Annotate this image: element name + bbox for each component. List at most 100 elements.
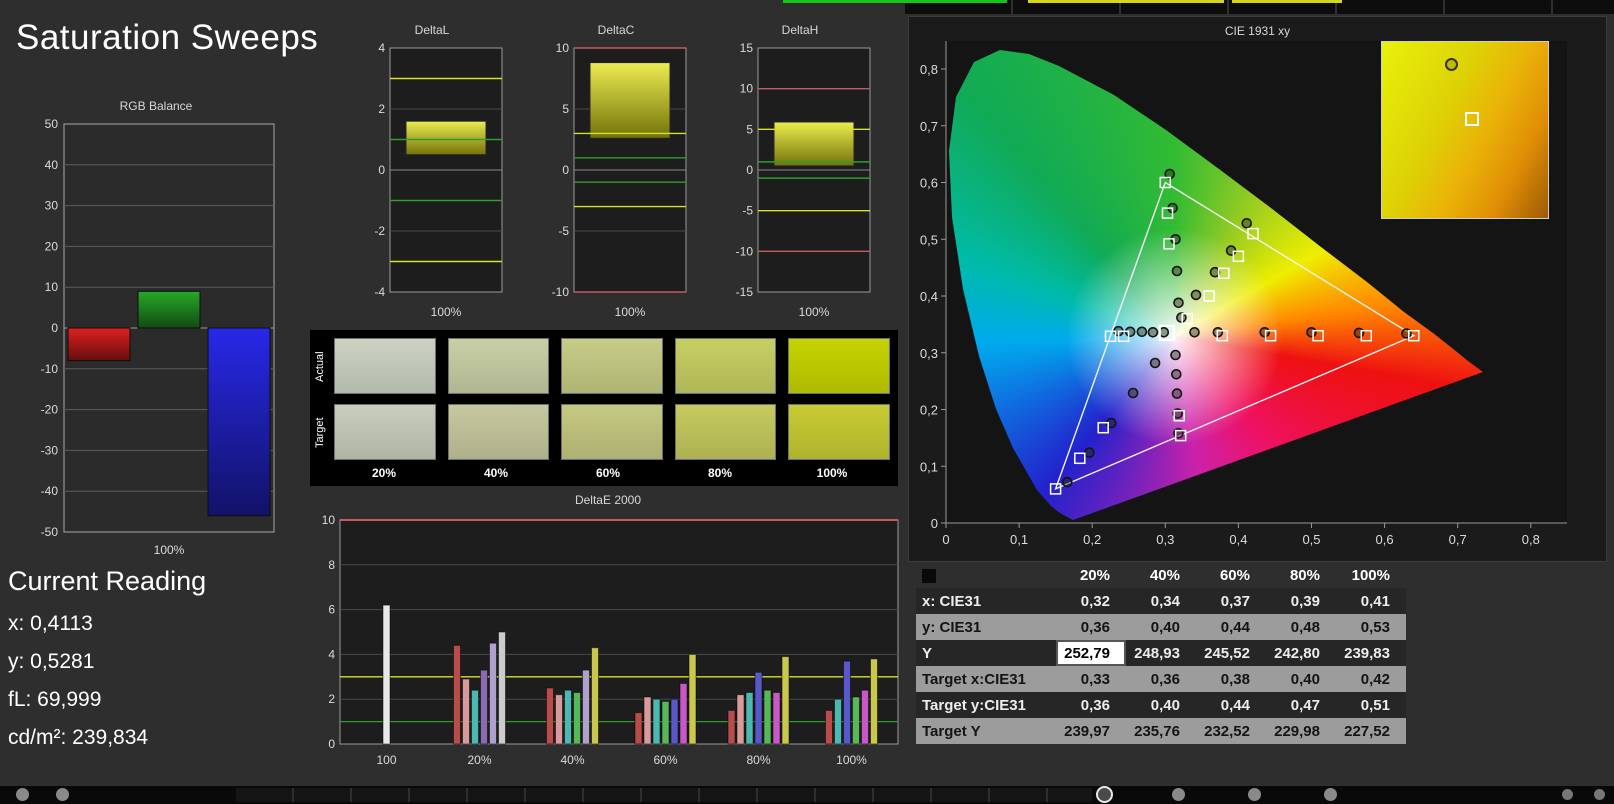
table-cell: 0,47: [1290, 696, 1320, 714]
svg-text:0: 0: [931, 516, 938, 531]
svg-text:40%: 40%: [560, 753, 584, 767]
deltah-title: DeltaH: [781, 23, 819, 37]
measured-point: [1173, 297, 1184, 309]
deltal-panel: DeltaL -4 -2 0 2 4 100%: [356, 22, 508, 324]
bottom-tab-strip[interactable]: [236, 788, 1092, 802]
rgb-balance-chart: -50 -40 -30 -20 -10 0 10 20 30 40 50 100%: [41, 117, 275, 557]
nav-dot-1[interactable]: [16, 788, 29, 801]
deltac-chart: -10 -5 0 5 10 100%: [552, 41, 687, 319]
settings-dot-2[interactable]: [1594, 789, 1605, 800]
svg-text:60%: 60%: [653, 753, 677, 767]
svg-text:0,4: 0,4: [920, 289, 938, 304]
table-cell: 0,36: [1080, 696, 1110, 714]
deltae-bar: [727, 709, 736, 745]
deltae-bar: [573, 692, 581, 745]
deltae-bar: [555, 694, 563, 745]
measured-point: [1259, 326, 1271, 338]
svg-text:-10: -10: [736, 244, 754, 258]
svg-text:0,5: 0,5: [920, 232, 938, 247]
table-cell: 0,41: [1360, 592, 1390, 610]
table-row: Target x:CIE31 0,33 0,36 0,38 0,40 0,42: [916, 666, 1406, 692]
table-row-label: Target y:CIE31: [922, 696, 1026, 714]
table-cell: 0,38: [1220, 670, 1250, 688]
svg-text:0: 0: [746, 163, 753, 177]
top-toolbar: [0, 0, 1614, 16]
table-row-label: x: CIE31: [922, 592, 982, 610]
deltae-bar: [679, 683, 688, 745]
swatch-col-label: 80%: [707, 466, 733, 480]
table-cell: 245,52: [1204, 644, 1250, 662]
swatch-col-label: 40%: [483, 466, 509, 480]
svg-text:100%: 100%: [154, 543, 185, 557]
table-row-label: Target x:CIE31: [922, 670, 1026, 688]
table-cell: 0,53: [1360, 618, 1390, 636]
svg-text:20%: 20%: [467, 753, 491, 767]
deltac-panel: DeltaC -10 -5 0 5 10 100%: [540, 22, 692, 324]
nav-dot-2[interactable]: [56, 788, 69, 801]
settings-dot-1[interactable]: [1562, 789, 1573, 800]
swatch-row-label-actual: Actual: [314, 351, 326, 383]
deltae-bar: [688, 653, 697, 745]
svg-text:10: 10: [556, 41, 570, 55]
toolbar-indicator-green: [783, 0, 1007, 3]
target-point: [1203, 290, 1215, 302]
bottom-taskbar: [0, 786, 1614, 804]
nav-dot-active[interactable]: [1096, 786, 1113, 803]
swatch-col-label: 100%: [816, 466, 848, 480]
bar-red: [67, 327, 131, 362]
measured-point: [1189, 326, 1200, 338]
table-cell: 0,37: [1220, 592, 1250, 610]
svg-text:2: 2: [328, 692, 335, 706]
app-screen: Saturation Sweeps RGB Balance -50 -40 -30-…: [0, 0, 1614, 804]
nav-dot-5[interactable]: [1248, 788, 1261, 801]
selected-cell[interactable]: 252,79: [1056, 640, 1126, 666]
table-cell: 0,40: [1150, 618, 1180, 636]
svg-text:0,8: 0,8: [1522, 532, 1540, 547]
table-row: Y 252,79 248,93 245,52 242,80 239,83: [916, 640, 1406, 666]
svg-text:8: 8: [328, 558, 335, 572]
deltae-bar: [382, 604, 391, 745]
svg-text:20: 20: [45, 239, 59, 253]
deltae-bar: [582, 669, 590, 745]
svg-text:-20: -20: [41, 403, 59, 417]
svg-text:100%: 100%: [615, 305, 646, 319]
deltae2000-title: DeltaE 2000: [574, 493, 642, 507]
svg-text:100%: 100%: [431, 305, 462, 319]
svg-text:0: 0: [942, 532, 949, 547]
table-row-label: Y: [922, 644, 933, 662]
svg-text:10: 10: [740, 82, 754, 96]
swatch-row-label-target: Target: [314, 417, 326, 449]
measured-point: [1306, 326, 1317, 338]
measured-point: [1136, 326, 1148, 338]
inset-target-point: [1465, 112, 1479, 127]
svg-text:-15: -15: [736, 285, 754, 299]
toolbar-indicator-yellow-1: [1028, 0, 1224, 3]
measured-point: [1147, 326, 1159, 338]
svg-text:-10: -10: [552, 285, 570, 299]
swatch-grid: 20% 40% 60% 80% 100%: [334, 338, 890, 490]
reading-x: x: 0,4113: [8, 612, 93, 635]
table-col-header: 20%: [1079, 566, 1110, 584]
nav-dot-6[interactable]: [1324, 788, 1337, 801]
deltae-bar: [652, 698, 661, 745]
page-title: Saturation Sweeps: [16, 18, 319, 57]
deltae-bar: [564, 689, 572, 745]
plot-area: [339, 519, 899, 745]
svg-text:0,7: 0,7: [920, 119, 938, 134]
svg-text:0: 0: [562, 163, 569, 177]
measured-point: [1190, 289, 1202, 301]
deltae-bar: [471, 689, 479, 745]
swatch-col-label: 60%: [595, 466, 621, 480]
svg-text:-50: -50: [41, 525, 59, 539]
svg-text:4: 4: [328, 647, 335, 661]
swatch-actual-60%: [561, 338, 663, 394]
deltae-bar: [754, 671, 763, 745]
swatch-actual-100%: [788, 338, 890, 394]
swatch-target-80%: [674, 404, 777, 460]
rgb-balance-title: RGB Balance: [119, 99, 193, 113]
svg-text:2: 2: [378, 102, 385, 116]
target-point: [1074, 452, 1086, 465]
nav-dot-4[interactable]: [1172, 788, 1185, 801]
svg-text:0,6: 0,6: [1376, 532, 1394, 547]
svg-text:100%: 100%: [799, 305, 830, 319]
